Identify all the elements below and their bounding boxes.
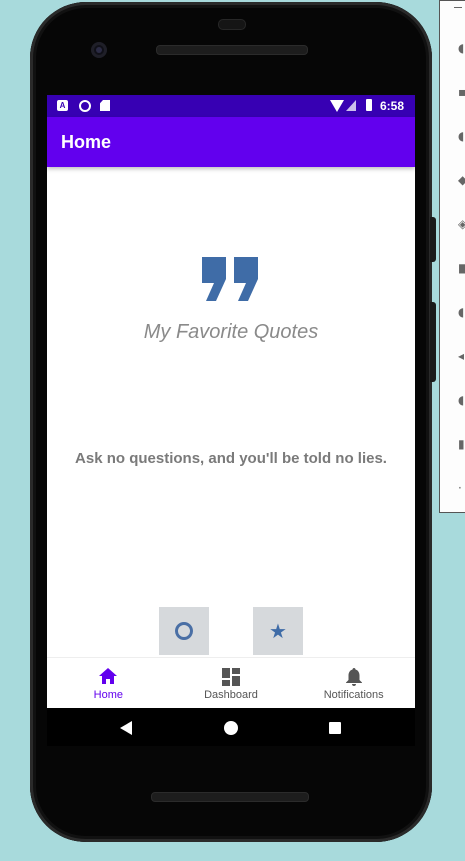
circle-icon [175,622,193,640]
back-icon[interactable] [120,721,132,735]
device-screen: A 6:58 Home My Favorite Quotes Ask no qu… [47,95,415,746]
star-icon: ★ [269,619,287,643]
circle-button[interactable] [159,607,209,655]
quote-text: Ask no questions, and you'll be told no … [75,450,387,467]
favorite-button[interactable]: ★ [253,607,303,655]
front-camera [91,42,107,58]
rotate-right-icon[interactable]: ◈ [458,218,465,230]
screenshot-icon[interactable]: ■ [458,262,465,274]
nav-item-dashboard[interactable]: Dashboard [170,658,293,709]
app-bar: Home [47,117,415,167]
wifi-icon [330,100,344,112]
quotes-subtitle: My Favorite Quotes [143,321,319,343]
nav-item-notifications[interactable]: Notifications [292,658,415,709]
quote-icon [202,257,258,301]
status-time: 6:58 [380,99,405,113]
battery-icon [366,99,372,111]
more-icon[interactable]: · [458,482,465,494]
volume-down-icon[interactable]: ◖ [458,130,465,142]
back-icon[interactable]: ◂ [458,350,465,362]
recents-icon[interactable] [329,722,341,734]
zoom-icon[interactable]: ◖ [458,306,465,318]
minimize-icon[interactable] [454,7,462,8]
volume-rocker[interactable] [430,302,436,382]
proximity-sensor [218,19,246,30]
power-icon[interactable]: ◖ [458,42,465,54]
main-content: My Favorite Quotes Ask no questions, and… [47,167,415,657]
nav-item-home[interactable]: Home [47,658,170,709]
cell-signal-icon [346,100,356,111]
home-button-icon[interactable] [224,721,238,735]
status-bar: A 6:58 [47,95,415,117]
accessibility-notification-icon: A [57,100,68,111]
home-icon [99,668,118,684]
nav-label-notifications: Notifications [323,689,384,701]
nav-label-home: Home [93,689,123,701]
volume-up-icon[interactable]: ▪ [458,86,465,98]
bottom-speaker [151,792,309,802]
bottom-navigation: Home Dashboard Notifications [47,657,415,709]
emulator-toolbar: ◖ ▪ ◖ ◆ ◈ ■ ◖ ◂ ◖ ▮ · [439,0,465,513]
page-title: Home [61,132,112,152]
rotate-left-icon[interactable]: ◆ [458,174,465,186]
dashboard-icon [222,668,240,686]
earpiece-speaker [156,45,308,55]
sd-card-icon [100,100,110,111]
home-icon[interactable]: ◖ [458,394,465,406]
nav-label-dashboard: Dashboard [204,689,258,701]
overview-icon[interactable]: ▮ [458,438,465,450]
power-button[interactable] [430,217,436,262]
circle-notification-icon [79,100,91,112]
bell-icon [345,668,362,686]
system-navigation-bar [47,708,415,746]
phone-frame: A 6:58 Home My Favorite Quotes Ask no qu… [30,2,436,842]
